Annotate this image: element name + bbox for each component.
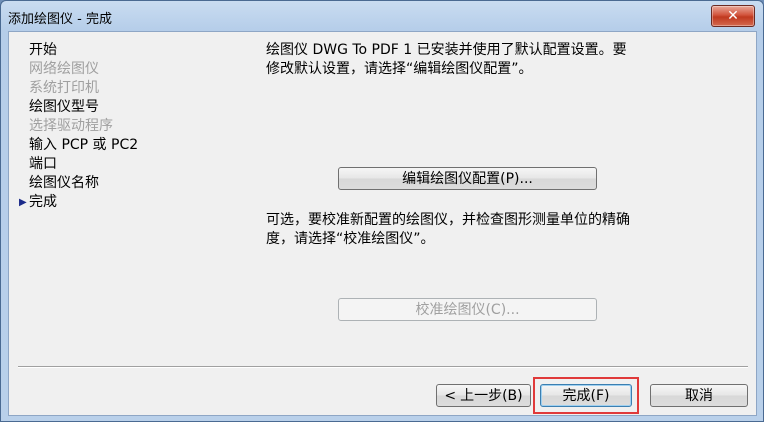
edit-plotter-config-button[interactable]: 编辑绘图仪配置(P)... — [338, 167, 597, 190]
step-label: 完成 — [29, 194, 57, 210]
add-plotter-dialog: 添加绘图仪 - 完成 ✕ 开始 网络绘图仪 系统打印机 绘图仪型号 选择驱动程序… — [0, 0, 764, 422]
back-label: 上一步(B) — [460, 388, 523, 404]
finish-highlight-box — [533, 377, 639, 414]
step-import-pcp: 输入 PCP 或 PC2 — [19, 136, 199, 155]
step-label: 输入 PCP 或 PC2 — [29, 137, 139, 153]
current-step-arrow-icon: ▶ — [19, 197, 27, 208]
step-label: 绘图仪型号 — [29, 99, 99, 115]
wizard-steps: 开始 网络绘图仪 系统打印机 绘图仪型号 选择驱动程序 输入 PCP 或 PC2… — [19, 41, 199, 212]
step-label: 绘图仪名称 — [29, 175, 99, 191]
step-network-plotter: 网络绘图仪 — [19, 60, 199, 79]
step-label: 端口 — [29, 156, 57, 172]
back-arrow-icon: < — [444, 388, 457, 404]
step-label: 选择驱动程序 — [29, 118, 113, 134]
calibrate-message: 可选，要校准新配置的绘图仪，并检查图形测量单位的精确 度，请选择“校准绘图仪”。 — [266, 212, 630, 247]
back-button[interactable]: < 上一步(B) — [436, 384, 531, 407]
step-start: 开始 — [19, 41, 199, 60]
step-finish: ▶ 完成 — [19, 193, 199, 212]
title-bar: 添加绘图仪 - 完成 ✕ — [1, 1, 763, 31]
footer-divider — [18, 366, 748, 368]
calibrate-plotter-button[interactable]: 校准绘图仪(C)... — [338, 298, 597, 321]
step-label: 开始 — [29, 42, 57, 58]
install-message: 绘图仪 DWG To PDF 1 已安装并使用了默认配置设置。要 修改默认设置，… — [266, 42, 627, 77]
step-system-printer: 系统打印机 — [19, 79, 199, 98]
close-button[interactable]: ✕ — [711, 5, 755, 27]
dialog-body: 开始 网络绘图仪 系统打印机 绘图仪型号 选择驱动程序 输入 PCP 或 PC2… — [8, 31, 757, 416]
step-label: 网络绘图仪 — [29, 61, 99, 77]
step-port: 端口 — [19, 155, 199, 174]
step-plotter-model: 绘图仪型号 — [19, 98, 199, 117]
step-label: 系统打印机 — [29, 80, 99, 96]
window-title: 添加绘图仪 - 完成 — [8, 12, 112, 27]
step-select-driver: 选择驱动程序 — [19, 117, 199, 136]
cancel-button[interactable]: 取消 — [650, 384, 748, 407]
close-icon: ✕ — [727, 8, 739, 24]
step-plotter-name: 绘图仪名称 — [19, 174, 199, 193]
